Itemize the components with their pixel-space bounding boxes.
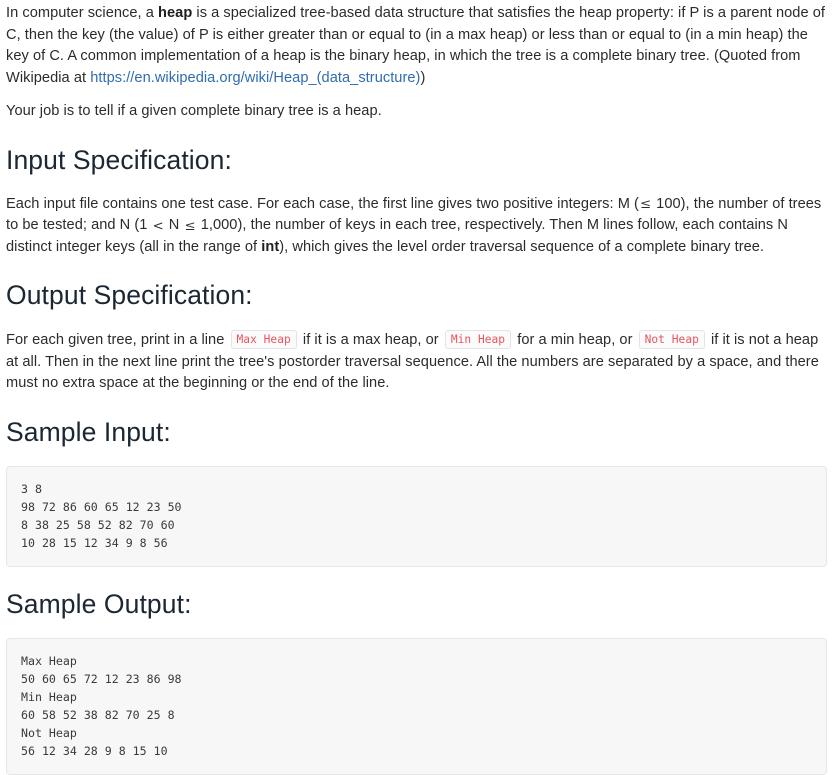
job-paragraph: Your job is to tell if a given complete … [6,103,382,119]
not-heap-code-span: Not Heap [638,330,705,349]
output-spec-text-2: if it is a max heap, or [298,332,443,348]
sample-input-code-block: 3 8 98 72 86 60 65 12 23 50 8 38 25 58 5… [6,465,827,567]
input-specification-paragraph: Each input file contains one test case. … [6,194,827,259]
input-spec-text-1: Each input file contains one test case. … [6,195,639,212]
output-spec-text-3: for a min heap, or [513,332,637,348]
sample-output-code-block: Max Heap 50 60 65 72 12 23 86 98 Min Hea… [6,637,827,775]
wikipedia-link[interactable]: https://en.wikipedia.org/wiki/Heap_(data… [90,70,420,86]
int-bold-term: int [261,238,280,255]
input-spec-text-5: ), which gives the level order traversal… [279,238,765,255]
intro-paragraph: In computer science, a heap is a special… [6,0,827,89]
less-than-or-equal-symbol: ≤ [639,197,652,212]
intro-text-part-3: ) [420,69,426,86]
heap-bold-term: heap [158,5,193,21]
input-specification-heading: Input Specification: [6,144,232,175]
min-heap-code-span: Min Heap [444,330,512,349]
sample-output-heading: Sample Output: [6,588,192,619]
input-spec-text-3: N [164,217,184,233]
output-specification-heading: Output Specification: [6,280,253,310]
max-heap-code-span: Max Heap [230,330,297,349]
output-spec-text-1: For each given tree, print in a line [6,332,229,348]
problem-statement-page: In computer science, a heap is a special… [0,0,833,775]
less-than-or-equal-symbol-2: ≤ [184,218,196,234]
output-specification-paragraph: For each given tree, print in a line Max… [6,329,827,395]
sample-input-heading: Sample Input: [6,416,171,447]
intro-text-part-1: In computer science, a [6,5,159,21]
less-than-symbol: < [152,218,164,234]
